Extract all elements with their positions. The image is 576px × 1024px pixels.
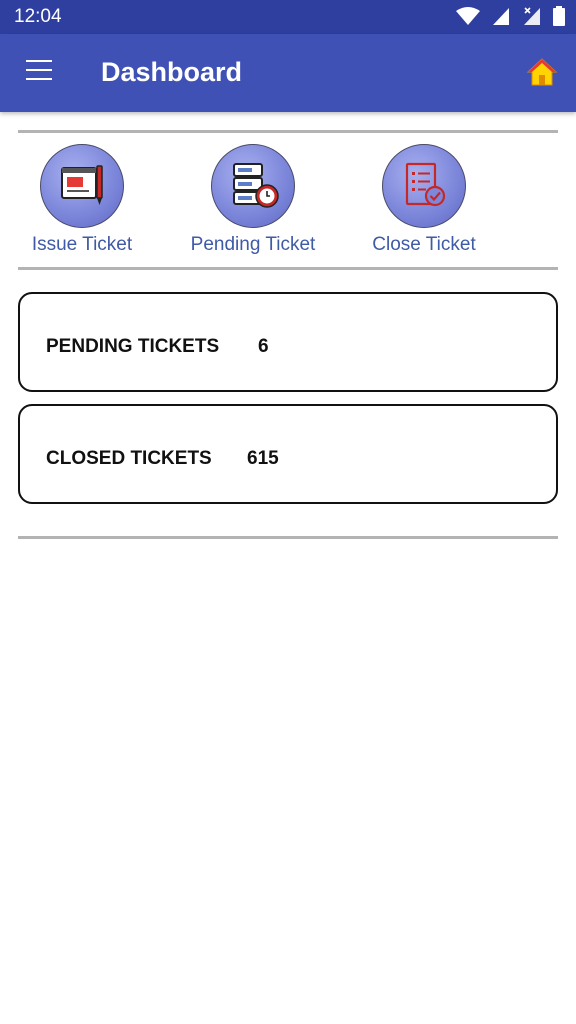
actions-divider bbox=[18, 267, 558, 270]
closed-tickets-label: CLOSED TICKETS bbox=[46, 448, 212, 469]
wifi-icon bbox=[455, 7, 480, 25]
bottom-divider bbox=[18, 536, 558, 539]
signal-no-data-icon bbox=[523, 7, 540, 25]
status-time: 12:04 bbox=[14, 6, 62, 27]
pending-ticket-label: Pending Ticket bbox=[190, 234, 316, 255]
pending-tickets-card[interactable]: PENDING TICKETS 6 bbox=[18, 292, 558, 392]
close-ticket-icon bbox=[382, 144, 466, 228]
close-ticket-button[interactable]: Close Ticket bbox=[344, 144, 504, 256]
hamburger-menu-icon[interactable] bbox=[26, 60, 52, 84]
issue-ticket-label: Issue Ticket bbox=[31, 234, 133, 255]
closed-tickets-card[interactable]: CLOSED TICKETS 615 bbox=[18, 404, 558, 504]
status-icons bbox=[449, 6, 566, 28]
close-ticket-label: Close Ticket bbox=[372, 234, 476, 255]
pending-ticket-icon bbox=[211, 144, 295, 228]
pending-tickets-count: 6 bbox=[258, 336, 269, 357]
top-divider bbox=[18, 130, 558, 133]
home-icon[interactable] bbox=[526, 56, 558, 88]
status-bar: 12:04 bbox=[0, 0, 576, 34]
battery-icon bbox=[553, 6, 565, 26]
closed-tickets-count: 615 bbox=[247, 448, 279, 469]
signal-icon bbox=[493, 8, 510, 25]
issue-ticket-button[interactable]: Issue Ticket bbox=[2, 144, 162, 256]
page-title: Dashboard bbox=[101, 57, 243, 87]
issue-ticket-icon bbox=[40, 144, 124, 228]
pending-tickets-label: PENDING TICKETS bbox=[46, 336, 220, 357]
pending-ticket-button[interactable]: Pending Ticket bbox=[173, 144, 333, 256]
app-bar: Dashboard bbox=[0, 34, 576, 112]
